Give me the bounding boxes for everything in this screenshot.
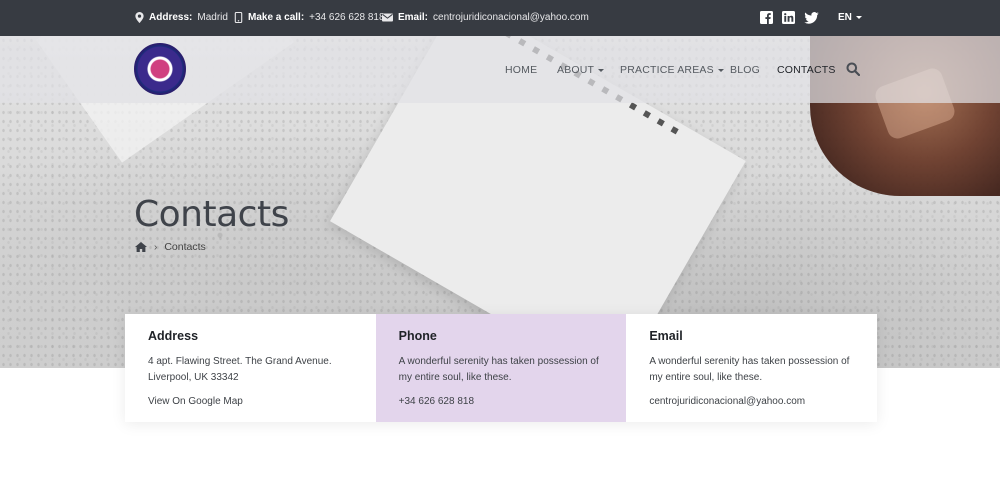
breadcrumb-current: Contacts <box>164 241 206 253</box>
site-logo[interactable] <box>134 43 186 95</box>
nav-item-label: PRACTICE AREAS <box>620 64 714 76</box>
linkedin-icon[interactable] <box>782 11 795 24</box>
email-value[interactable]: centrojuridiconacional@yahoo.com <box>433 12 589 23</box>
card-text: A wonderful serenity has taken possessio… <box>398 356 599 383</box>
address-value: Madrid <box>197 12 228 23</box>
contact-cards: Address 4 apt. Flawing Street. The Grand… <box>125 314 877 422</box>
map-marker-icon <box>135 12 144 23</box>
card-title: Address <box>148 329 199 343</box>
card-text: A wonderful serenity has taken possessio… <box>649 356 850 383</box>
breadcrumb-separator-icon: › <box>154 241 158 253</box>
main-navbar: HOME ABOUT PRACTICE AREAS BLOG CONTACTS <box>0 36 1000 103</box>
address-card: Address 4 apt. Flawing Street. The Grand… <box>125 314 376 422</box>
call-label: Make a call: <box>248 12 305 23</box>
email-link[interactable]: centrojuridiconacional@yahoo.com <box>649 396 854 407</box>
page-title: Contacts <box>134 194 289 235</box>
nav-item-label: BLOG <box>730 64 760 76</box>
nav-item-blog[interactable]: BLOG <box>730 64 760 76</box>
chevron-down-icon <box>598 68 605 72</box>
nav-item-about[interactable]: ABOUT <box>557 64 605 76</box>
nav-item-label: HOME <box>505 64 538 76</box>
envelope-icon <box>382 13 393 22</box>
nav-item-label: ABOUT <box>557 64 595 76</box>
language-label: EN <box>838 12 852 23</box>
home-icon[interactable] <box>135 242 147 252</box>
phone-info: Make a call: +34 626 628 818 <box>234 12 385 23</box>
nav-item-contacts[interactable]: CONTACTS <box>777 64 836 76</box>
chevron-down-icon <box>717 68 724 72</box>
top-info-bar: Address: Madrid Make a call: +34 626 628… <box>0 0 1000 36</box>
google-map-link[interactable]: View On Google Map <box>148 396 353 407</box>
phone-link[interactable]: +34 626 628 818 <box>399 396 604 407</box>
phone-card: Phone A wonderful serenity has taken pos… <box>375 314 627 422</box>
search-icon[interactable] <box>846 62 860 76</box>
email-card: Email A wonderful serenity has taken pos… <box>626 314 877 422</box>
address-info: Address: Madrid <box>135 12 228 23</box>
breadcrumb: › Contacts <box>135 241 206 253</box>
mobile-phone-icon <box>234 12 243 23</box>
twitter-icon[interactable] <box>804 11 819 24</box>
email-info: Email: centrojuridiconacional@yahoo.com <box>382 12 589 23</box>
card-text: 4 apt. Flawing Street. The Grand Avenue.… <box>148 356 332 383</box>
nav-item-label: CONTACTS <box>777 64 836 76</box>
card-title: Email <box>649 329 683 343</box>
card-title: Phone <box>398 329 437 343</box>
call-value[interactable]: +34 626 628 818 <box>309 12 384 23</box>
email-label: Email: <box>398 12 429 23</box>
facebook-icon[interactable] <box>760 11 773 24</box>
nav-item-home[interactable]: HOME <box>505 64 537 76</box>
language-selector[interactable]: EN <box>838 12 862 23</box>
address-label: Address: <box>149 12 193 23</box>
nav-item-practice-areas[interactable]: PRACTICE AREAS <box>620 64 724 76</box>
chevron-down-icon <box>855 16 862 19</box>
